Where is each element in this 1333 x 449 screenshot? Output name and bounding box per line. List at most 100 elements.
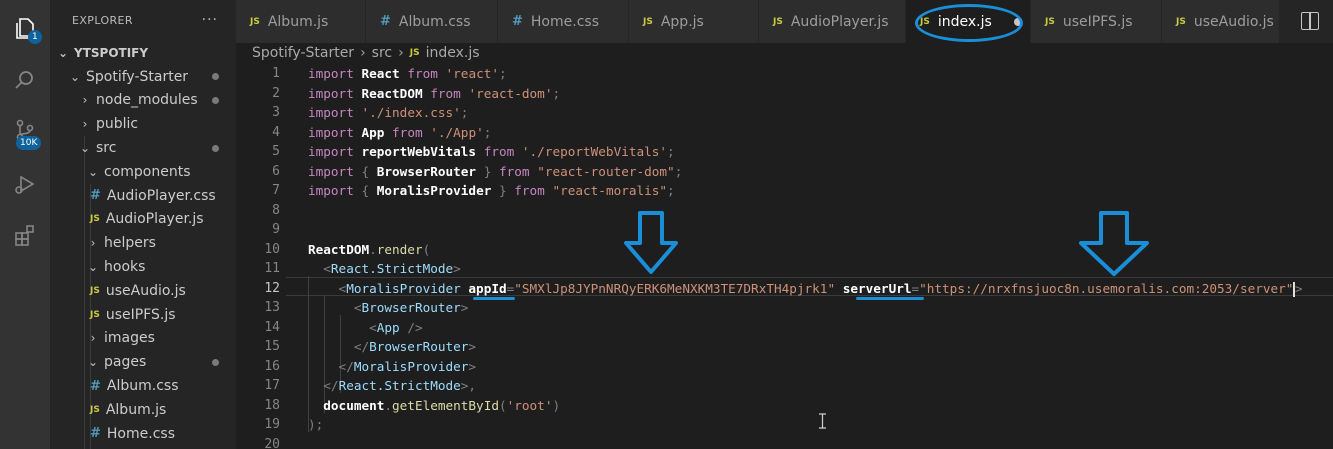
tab-album-js[interactable]: JS Album.js [236,0,366,43]
line-number: 11 [264,261,280,276]
breadcrumb-file[interactable]: index.js [426,45,480,61]
search-icon[interactable] [0,56,50,104]
code-token: ; [552,85,561,101]
explorer-title: EXPLORER [72,13,133,27]
code-line[interactable]: <BrowserRouter> [308,298,469,318]
explorer-badge: 1 [28,30,42,44]
tree-item-label: hooks [104,259,146,276]
code-line[interactable]: document.getElementById('root') [308,396,560,416]
js-file-icon: JS [1176,16,1186,27]
extensions-icon[interactable] [0,212,50,260]
code-line[interactable]: import App from './App'; [308,123,491,143]
line-number: 14 [264,319,280,335]
code-token: /> [407,319,423,335]
code-line[interactable]: <React.StrictMode> [308,259,461,279]
code-token: < [308,280,347,296]
run-debug-icon[interactable] [0,160,50,208]
code-line[interactable]: <MoralisProvider appId = "SMXlJp8JYPnNRQyE… [308,279,1303,299]
code-token: { [361,163,377,179]
folder-item[interactable]: › images [50,327,236,351]
breadcrumb-item[interactable]: src [372,45,392,61]
code-token: MoralisProvider [376,183,492,198]
code-token: App [376,319,408,335]
tab-label: App.js [660,13,704,30]
file-item[interactable]: JS AudioPlayer.js [50,208,236,232]
code-line[interactable]: import reportWebVitals from './reportWeb… [308,142,675,162]
code-token: </ [308,378,339,393]
file-item[interactable]: JS Album.js [50,398,236,422]
file-item[interactable]: # Album.css [50,374,236,398]
code-token: from [499,163,538,179]
tab-audioplayer-js[interactable]: JS AudioPlayer.js [759,0,906,43]
code-line[interactable]: import './index.css'; [308,103,468,123]
down-arrow-icon [1079,211,1149,276]
code-token: > [453,261,461,276]
code-line[interactable]: import { MoralisProvider } from "react-m… [308,181,675,201]
file-item[interactable]: JS useAudio.js [50,279,236,303]
code-token: serverUrl [842,280,912,296]
folder-item[interactable]: ⌄ components [50,160,236,184]
code-line[interactable]: ReactDOM.render( [308,240,430,260]
code-token: MoralisProvider [346,280,469,296]
file-item[interactable]: JS useIPFS.js [50,303,236,327]
folder-item[interactable]: ⌄ Spotify-Starter [50,65,236,89]
line-number: 19 [264,417,280,432]
split-editor-icon[interactable] [1301,12,1319,30]
code-token: render [376,241,423,257]
css-file-icon: # [380,14,391,29]
tree-item-label: AudioPlayer.js [105,211,204,228]
code-token: BrowserRouter [369,339,469,354]
folder-item[interactable]: ⌄ src [50,136,236,160]
code-editor[interactable]: 1 2 3 4 5 6 7 8 9 10 11 12 13 14 15 16 17 18 19 20 import R… [236,62,1333,449]
folder-item[interactable]: ⌄ YTSPOTIFY [50,41,236,65]
code-token: from [514,183,553,198]
code-line[interactable]: import ReactDOM from 'react-dom'; [308,84,560,104]
code-token: = [911,280,920,296]
code-line[interactable]: ); [308,415,323,435]
js-file-icon: JS [90,404,100,415]
explorer-icon[interactable] [0,4,50,52]
js-file-icon: JS [250,16,260,27]
code-token: React.StrictMode [338,378,461,393]
modified-dot-icon [212,73,219,81]
line-number: 15 [264,339,280,354]
highlight-circle [915,4,1023,42]
folder-item[interactable]: › helpers [50,231,236,255]
tree-item-label: useAudio.js [105,282,186,299]
file-item[interactable]: # Home.css [50,422,236,446]
tab-home-css[interactable]: # Home.css [498,0,629,43]
line-number: 5 [272,144,280,159]
code-line[interactable]: </BrowserRouter> [308,337,476,357]
code-line[interactable]: </MoralisProvider> [308,357,477,377]
code-line[interactable]: import React from 'react'; [308,64,507,84]
css-file-icon: # [512,14,523,29]
line-number: 8 [272,202,280,218]
folder-item[interactable]: ⌄ hooks [50,255,236,279]
chevron-down-icon: ⌄ [57,45,69,60]
code-token: import [308,163,362,179]
tree-item-label: Spotify-Starter [86,68,189,85]
code-token: from [399,66,446,81]
code-token: React.StrictMode [330,261,454,276]
js-file-icon: JS [643,16,653,27]
breadcrumb-item[interactable]: Spotify-Starter [252,45,354,61]
tab-app-js[interactable]: JS App.js [629,0,759,43]
folder-item[interactable]: › public [50,112,236,136]
file-item[interactable]: # AudioPlayer.css [50,184,236,208]
code-token: . [384,397,393,413]
code-line[interactable]: <App /> [308,318,423,338]
folder-item[interactable]: ⌄ pages [50,350,236,374]
chevron-down-icon: ⌄ [69,69,81,84]
code-token: from [384,124,431,140]
tab-album-css[interactable]: # Album.css [366,0,498,43]
down-arrow-icon [624,211,678,274]
code-token: import [308,66,362,81]
tab-useaudio-js[interactable]: JS useAudio.js [1162,0,1280,43]
code-token: > [468,358,477,374]
more-actions-icon[interactable]: ··· [202,12,218,28]
tree-item-label: pages [104,354,147,371]
code-line[interactable]: import { BrowserRouter } from "react-rou… [308,162,682,182]
code-line[interactable]: </React.StrictMode>, [308,376,476,396]
folder-item[interactable]: › node_modules [50,89,236,113]
tab-useipfs-js[interactable]: JS useIPFS.js [1031,0,1162,43]
